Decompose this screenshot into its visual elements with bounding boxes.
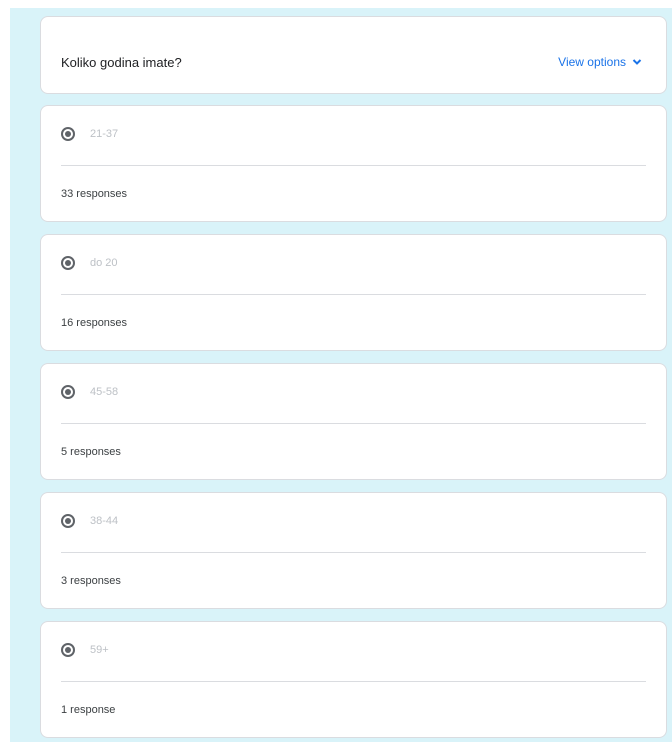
- option-label: 21-37: [90, 128, 119, 140]
- response-count: 5 responses: [61, 446, 121, 458]
- option-card: 38-44 3 responses: [40, 492, 667, 609]
- divider: [61, 681, 646, 682]
- view-options-button[interactable]: View options: [558, 55, 642, 69]
- radio-selected-icon: [61, 256, 75, 270]
- radio-selected-icon: [61, 514, 75, 528]
- option-label: do 20: [90, 257, 118, 269]
- option-label: 45-58: [90, 386, 119, 398]
- option-label: 38-44: [90, 515, 119, 527]
- option-label: 59+: [90, 644, 109, 656]
- question-title: Koliko godina imate?: [61, 55, 182, 70]
- radio-selected-icon: [61, 385, 75, 399]
- view-options-label: View options: [558, 55, 626, 69]
- option-card: 21-37 33 responses: [40, 105, 667, 222]
- option-card: 45-58 5 responses: [40, 363, 667, 480]
- divider: [61, 552, 646, 553]
- response-count: 1 response: [61, 704, 116, 716]
- divider: [61, 294, 646, 295]
- response-count: 33 responses: [61, 188, 128, 200]
- form-summary-canvas: Koliko godina imate? View options 21-37 …: [10, 8, 672, 742]
- chevron-down-icon: [632, 59, 642, 65]
- question-header-card: Koliko godina imate? View options: [40, 16, 667, 94]
- option-card: do 20 16 responses: [40, 234, 667, 351]
- divider: [61, 165, 646, 166]
- response-count: 3 responses: [61, 575, 121, 587]
- divider: [61, 423, 646, 424]
- option-card: 59+ 1 response: [40, 621, 667, 738]
- response-count: 16 responses: [61, 317, 128, 329]
- radio-selected-icon: [61, 643, 75, 657]
- radio-selected-icon: [61, 127, 75, 141]
